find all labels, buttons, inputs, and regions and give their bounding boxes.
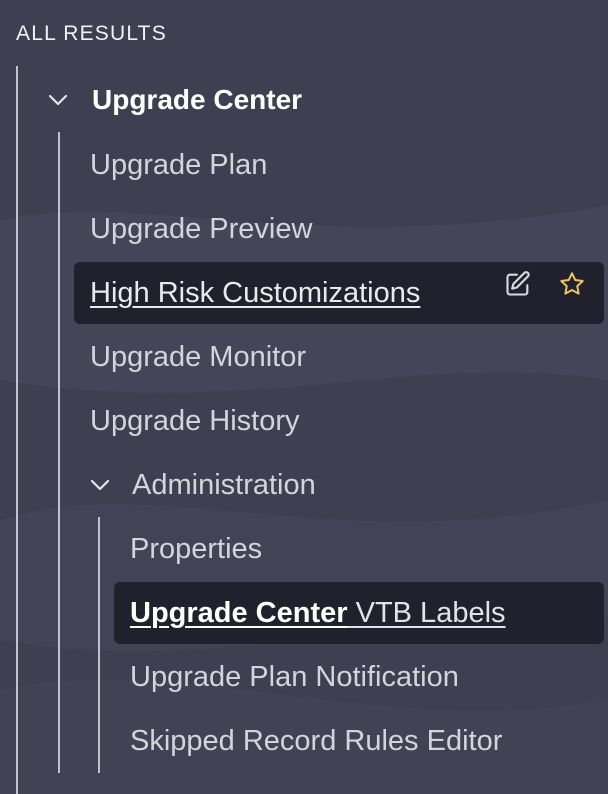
menu-item-upgrade-plan[interactable]: Upgrade Plan (90, 143, 267, 187)
edit-icon[interactable] (504, 270, 532, 298)
item-actions (504, 270, 586, 298)
menu-item-upgrade-plan-notification[interactable]: Upgrade Plan Notification (130, 655, 459, 699)
menu-item-properties[interactable]: Properties (130, 527, 262, 571)
menu-item-label-rest: VTB Labels (347, 596, 506, 629)
menu-item-high-risk-customizations[interactable]: High Risk Customizations (74, 262, 604, 324)
menu-item-label-highlight: Upgrade Center (130, 596, 348, 629)
chevron-down-icon[interactable] (46, 88, 70, 112)
section-title: ALL RESULTS (16, 22, 167, 45)
menu-item-upgrade-monitor[interactable]: Upgrade Monitor (90, 335, 306, 379)
menu-item-label: Skipped Record Rules Editor (130, 724, 503, 757)
tree-guide-line (58, 132, 60, 773)
menu-item-label: Upgrade Preview (90, 212, 313, 245)
star-outline-icon[interactable] (558, 270, 586, 298)
subgroup-administration[interactable]: Administration (88, 463, 316, 507)
tree-guide-line (98, 517, 100, 773)
menu-item-upgrade-center-vtb-labels[interactable]: Upgrade Center VTB Labels (114, 582, 604, 644)
subgroup-title: Administration (132, 468, 316, 501)
chevron-down-icon[interactable] (88, 473, 112, 497)
menu-item-skipped-record-rules-editor[interactable]: Skipped Record Rules Editor (130, 719, 502, 763)
menu-item-label: Properties (130, 532, 263, 565)
menu-item-label: Upgrade History (90, 404, 300, 437)
menu-item-label: Upgrade Plan (90, 148, 268, 181)
search-results-panel: ALL RESULTS Upgrade Center Upgrade Plan … (0, 0, 608, 794)
tree-guide-line (16, 66, 18, 794)
menu-item-upgrade-preview[interactable]: Upgrade Preview (90, 207, 312, 251)
menu-item-label: High Risk Customizations (90, 276, 421, 309)
menu-item-label: Upgrade Plan Notification (130, 660, 459, 693)
group-title: Upgrade Center (92, 84, 303, 115)
group-upgrade-center[interactable]: Upgrade Center (46, 78, 302, 122)
menu-item-label: Upgrade Monitor (90, 340, 306, 373)
menu-item-upgrade-history[interactable]: Upgrade History (90, 399, 300, 443)
